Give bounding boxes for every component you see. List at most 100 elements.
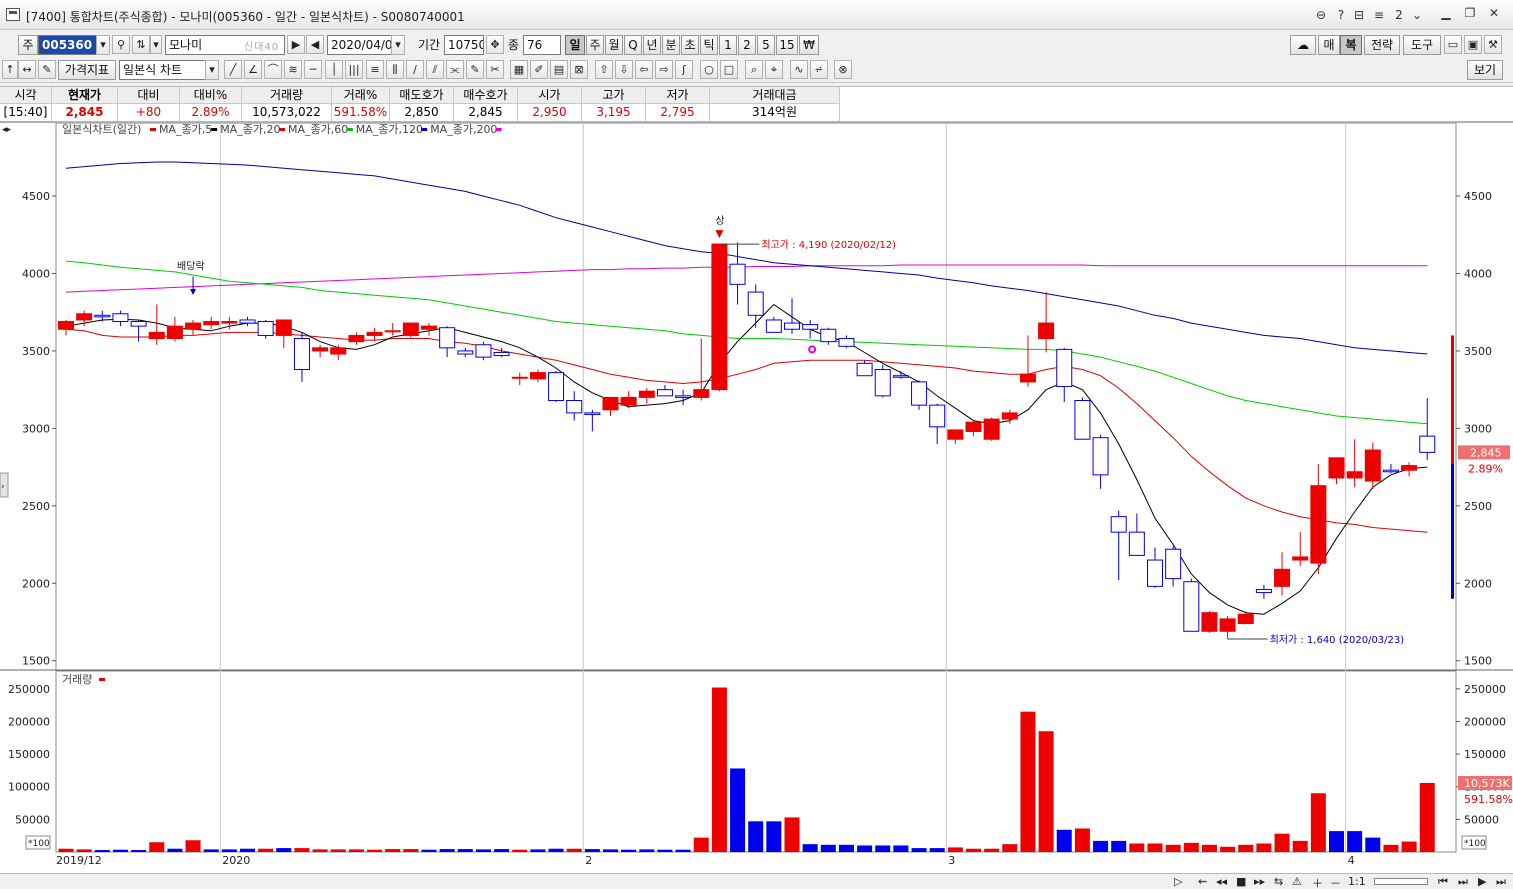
strategy-button[interactable]: 전략 (1364, 35, 1400, 55)
delete-icon[interactable]: ⊠ (570, 60, 588, 79)
play-icon[interactable]: ▶ (1478, 875, 1486, 888)
target-icon[interactable]: ⌖ (765, 60, 783, 79)
edit-icon[interactable]: ✎ (38, 60, 56, 79)
sort-icon[interactable]: ⇅ (132, 35, 150, 54)
pin-icon[interactable]: ⌄ (1410, 6, 1424, 24)
search-icon[interactable]: ⚲ (112, 35, 130, 54)
indicator-button[interactable]: 가격지표 (58, 60, 116, 80)
sell-button[interactable]: 매 (1318, 35, 1340, 55)
candle-body (929, 404, 946, 428)
fan-icon[interactable]: ≋ (284, 60, 302, 79)
chart-type-select[interactable]: 일본식 차트 (119, 60, 219, 80)
zoom-slider[interactable] (1374, 878, 1428, 885)
tools-button[interactable]: 도구 (1403, 35, 1441, 55)
table-icon[interactable]: ▤ (550, 60, 568, 79)
parallel-icon[interactable]: ⫽ (426, 60, 444, 79)
hline-icon[interactable]: ─ (304, 60, 322, 79)
minimize-button[interactable]: ▁ (1436, 4, 1456, 24)
interval-button-9[interactable]: 2 (738, 35, 756, 55)
close-button[interactable]: ✕ (1484, 4, 1504, 24)
view-button[interactable]: 보기 (1467, 60, 1503, 80)
left-arrow-icon[interactable]: ⇦ (635, 60, 653, 79)
channel-icon[interactable]: ⫼ (386, 60, 404, 79)
y-tick-label-right-4000: 4000 (1464, 267, 1492, 280)
fit-icon[interactable]: ⇆ (1274, 875, 1283, 888)
up-arrow-icon[interactable]: ⇧ (595, 60, 613, 79)
folder-icon[interactable]: ▭ (1444, 35, 1462, 54)
angle-icon[interactable]: ∠ (244, 60, 262, 79)
interval-button-4[interactable]: 년 (643, 35, 661, 55)
prev-icon[interactable]: ◀ (306, 35, 324, 54)
zoom-icon[interactable]: ⌕ (745, 60, 763, 79)
fill-icon[interactable]: ▦ (510, 60, 528, 79)
cycle-icon[interactable]: ||| (345, 60, 363, 79)
interval-button-0[interactable]: 일 (565, 35, 585, 55)
interval-button-7[interactable]: 틱 (700, 35, 718, 55)
volume-bar (1419, 782, 1435, 852)
wrench-icon[interactable]: ⚒ (1484, 35, 1502, 54)
forward-icon[interactable]: ▸▸ (1254, 875, 1265, 888)
code-dropdown-icon[interactable]: ▾ (96, 35, 110, 55)
pencil-icon[interactable]: ✎ (466, 60, 484, 79)
volume-bar (675, 849, 691, 852)
sort-dropdown-icon[interactable]: ▾ (150, 35, 162, 54)
interval-button-11[interactable]: 15 (776, 35, 798, 55)
save-icon[interactable]: ▣ (1464, 35, 1482, 54)
restore-button[interactable]: ❐ (1460, 4, 1480, 24)
calendar-dropdown-icon[interactable]: ▾ (391, 35, 405, 55)
line-icon[interactable]: ╱ (224, 60, 242, 79)
question-icon[interactable]: ? (1334, 6, 1348, 24)
arrow-lr-icon[interactable]: ↔ (18, 60, 36, 79)
interval-button-5[interactable]: 분 (662, 35, 680, 55)
interval-button-8[interactable]: 1 (719, 35, 737, 55)
end-icon[interactable]: ⏭ (1496, 875, 1506, 889)
next-icon[interactable]: ▶ (287, 35, 305, 54)
wave-icon[interactable]: ∿ (790, 60, 808, 79)
fib-icon[interactable]: ʃ (675, 60, 693, 79)
sine-icon[interactable]: ⩫ (810, 60, 828, 79)
trend-icon[interactable]: ∕ (406, 60, 424, 79)
back-icon[interactable]: ◂◂ (1216, 875, 1227, 888)
interval-button-3[interactable]: Q (624, 35, 642, 55)
interval-button-6[interactable]: 초 (681, 35, 699, 55)
compound-button[interactable]: 복 (1340, 35, 1362, 55)
first-icon[interactable]: ⏮ (1438, 875, 1448, 889)
text-icon[interactable]: ✐ (530, 60, 548, 79)
vline-icon[interactable]: │ (325, 60, 343, 79)
volume-bar (203, 849, 219, 852)
period-input[interactable]: 10750 (444, 35, 484, 55)
stock-code-input[interactable]: 005360 (38, 35, 98, 55)
interval-button-2[interactable]: 월 (605, 35, 623, 55)
scroll-right-icon[interactable]: ▷ (1174, 875, 1182, 888)
help-icon[interactable]: ⊖ (1314, 6, 1328, 24)
right-arrow-icon[interactable]: ⇨ (655, 60, 673, 79)
ratio-icon[interactable]: 1:1 (1348, 875, 1366, 888)
shrink-icon[interactable]: ⇜ (1198, 875, 1207, 888)
interval-button-1[interactable]: 주 (586, 35, 604, 55)
layout-icon[interactable]: ⊟ (1352, 6, 1366, 24)
down-arrow-icon[interactable]: ⇩ (615, 60, 633, 79)
ma5-line (65, 303, 1428, 615)
interval-button-12[interactable]: ₩ (799, 35, 819, 55)
chart-type-dropdown-icon[interactable]: ▾ (205, 60, 219, 80)
arc-icon[interactable]: ⌒ (264, 60, 282, 79)
move-icon[interactable]: ✥ (486, 35, 504, 54)
rect-icon[interactable]: □ (720, 60, 738, 79)
cut-icon[interactable]: ✂ (486, 60, 504, 79)
pitch-icon[interactable]: ⫘ (446, 60, 464, 79)
cloud-button[interactable]: ☁ (1290, 35, 1316, 55)
scale-icon[interactable]: ⚠ (1292, 875, 1302, 888)
grid-icon[interactable]: ≡ (366, 60, 384, 79)
circle-icon[interactable]: ○ (700, 60, 718, 79)
stop-icon[interactable]: ■ (1236, 875, 1246, 888)
link-count-icon[interactable]: 2 (1392, 6, 1406, 24)
count-input[interactable]: 76 (523, 35, 561, 55)
arrow-up-icon[interactable]: ↑ (2, 60, 18, 79)
clear-icon[interactable]: ⊗ (834, 60, 852, 79)
list-icon[interactable]: ≡ (1372, 6, 1386, 24)
last-icon[interactable]: ⏭ (1458, 875, 1468, 889)
interval-button-10[interactable]: 5 (757, 35, 775, 55)
volume-bar (367, 849, 383, 852)
chart-canvas[interactable]: 1500 15002000 20002500 25003000 30003500 3500… (0, 123, 1513, 875)
market-button[interactable]: 주 (18, 35, 38, 55)
